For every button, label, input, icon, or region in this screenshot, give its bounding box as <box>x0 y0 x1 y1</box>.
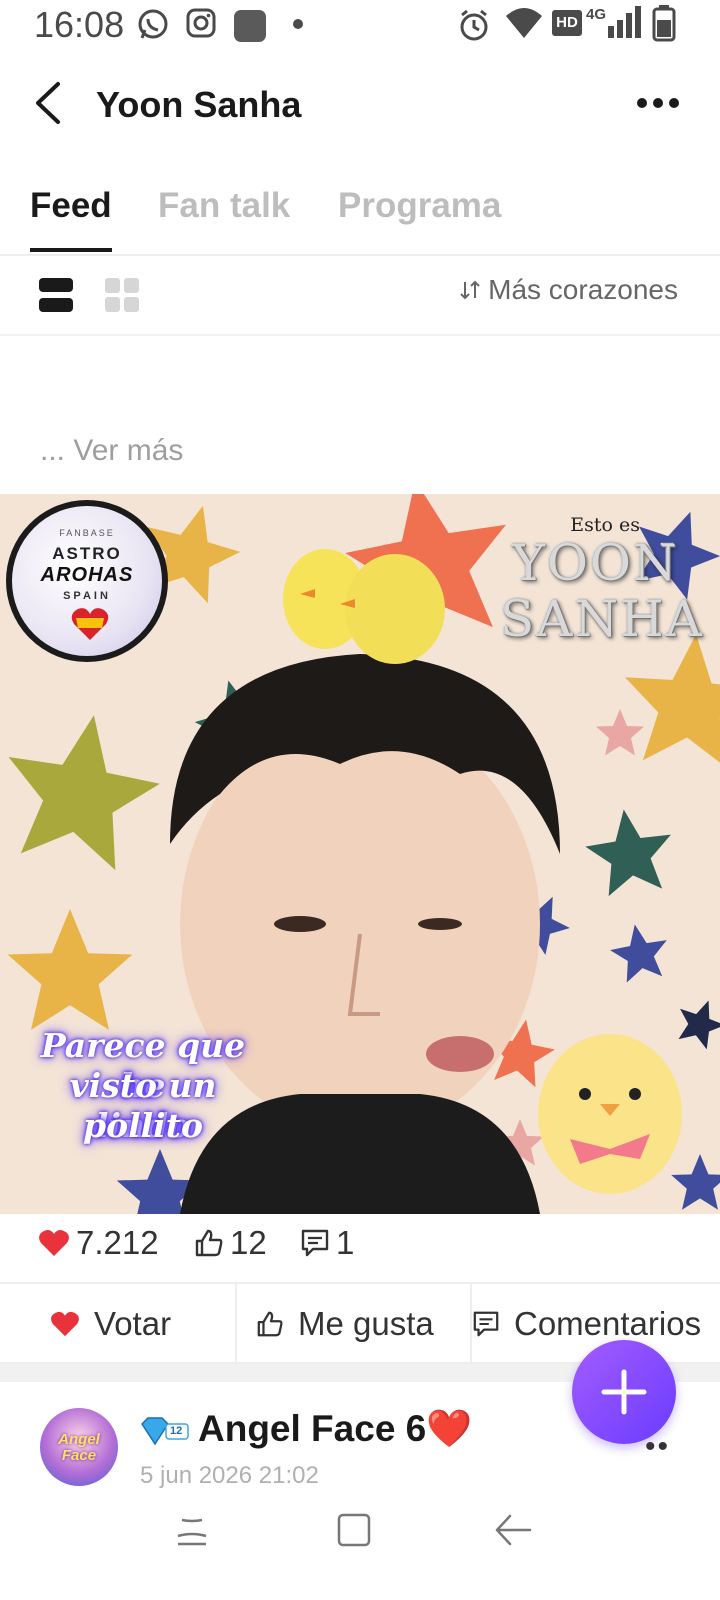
overlay-esto-es: Esto es <box>570 514 640 536</box>
like-label: Me gusta <box>298 1305 434 1342</box>
page-title: Yoon Sanha <box>96 84 302 125</box>
dot-icon <box>293 19 303 29</box>
post-image[interactable]: FANBASE ASTRO AROHAS SPAIN Esto es YOON … <box>0 494 720 1214</box>
back-nav-icon[interactable] <box>494 1512 534 1548</box>
hearts-count: 7.212 <box>38 1224 159 1262</box>
plus-icon <box>601 1369 647 1415</box>
overlay-caption-line3: pollito <box>83 1106 203 1145</box>
author-name[interactable]: Angel Face 6❤️ <box>198 1408 472 1451</box>
sort-icon <box>460 280 480 300</box>
hd-icon: HD <box>552 10 582 36</box>
create-post-button[interactable] <box>572 1340 676 1444</box>
network-label: 4G <box>586 6 607 23</box>
wifi-icon <box>506 8 542 38</box>
fanbase-badge-logo: FANBASE ASTRO AROHAS SPAIN <box>6 500 168 662</box>
filter-bar: Más corazones <box>0 258 720 336</box>
app-header: Yoon Sanha <box>0 60 720 150</box>
whatsapp-icon <box>138 9 168 39</box>
diamond-icon <box>141 1417 189 1446</box>
list-view-icon[interactable] <box>38 276 74 314</box>
back-arrow-icon[interactable] <box>30 80 70 126</box>
see-more-link[interactable]: ... Ver más <box>40 434 183 468</box>
badge-arohas-label: AROHAS <box>40 564 134 586</box>
app-square-icon <box>234 10 266 42</box>
level-number: 12 <box>170 1425 183 1437</box>
badge-astro-label: ASTRO <box>52 544 122 563</box>
recent-apps-icon[interactable] <box>174 1512 210 1548</box>
sort-label: Más corazones <box>488 274 678 305</box>
post-stats: 7.212 12 1 <box>0 1216 720 1278</box>
likes-value: 12 <box>230 1224 267 1261</box>
status-bar: 16:08 HD 4G <box>0 0 720 50</box>
tab-programa[interactable]: Programa <box>338 186 501 226</box>
spain-heart-icon <box>71 608 109 640</box>
tab-feed[interactable]: Feed <box>30 186 112 226</box>
comments-count: 1 <box>300 1224 354 1262</box>
overlay-name-line2: SANHA <box>500 590 704 648</box>
heart-icon <box>51 1311 79 1337</box>
vote-button[interactable]: Votar <box>50 1284 171 1364</box>
sort-dropdown[interactable]: Más corazones <box>460 274 678 306</box>
post-date: 5 jun 2026 21:02 <box>140 1462 319 1488</box>
comment-icon <box>301 1229 329 1257</box>
tab-fan-talk[interactable]: Fan talk <box>158 186 290 226</box>
heart-icon <box>39 1230 69 1256</box>
status-time: 16:08 <box>34 4 125 45</box>
badge-fanbase-label: FANBASE <box>59 528 115 538</box>
level-badge: 12 <box>140 1416 190 1451</box>
thumbs-up-icon <box>195 1229 223 1257</box>
instagram-icon <box>186 8 216 38</box>
alarm-icon <box>460 9 488 41</box>
comment-icon <box>473 1311 499 1337</box>
hearts-value: 7.212 <box>76 1224 159 1261</box>
avatar-text-line1: Angel <box>58 1431 100 1448</box>
battery-icon <box>652 5 676 42</box>
action-divider <box>235 1284 237 1364</box>
overlay-name-line1: YOON <box>512 534 679 592</box>
more-options-icon[interactable] <box>636 96 680 110</box>
author-avatar[interactable]: Angel Face <box>40 1408 118 1486</box>
tab-bar: Feed Fan talk Programa <box>0 168 720 256</box>
system-nav-bar <box>0 1488 720 1600</box>
hd-label: HD <box>556 14 578 31</box>
thumbs-up-icon <box>257 1311 283 1337</box>
grid-view-icon[interactable] <box>104 276 140 314</box>
active-tab-indicator <box>30 248 112 252</box>
vote-label: Votar <box>94 1305 172 1342</box>
comments-value: 1 <box>336 1224 355 1261</box>
home-icon[interactable] <box>336 1512 372 1548</box>
badge-spain-label: SPAIN <box>63 590 111 602</box>
avatar-text-line2: Face <box>61 1447 97 1464</box>
comments-label: Comentarios <box>514 1305 702 1342</box>
likes-count: 12 <box>194 1224 267 1262</box>
like-button[interactable]: Me gusta <box>256 1284 434 1364</box>
